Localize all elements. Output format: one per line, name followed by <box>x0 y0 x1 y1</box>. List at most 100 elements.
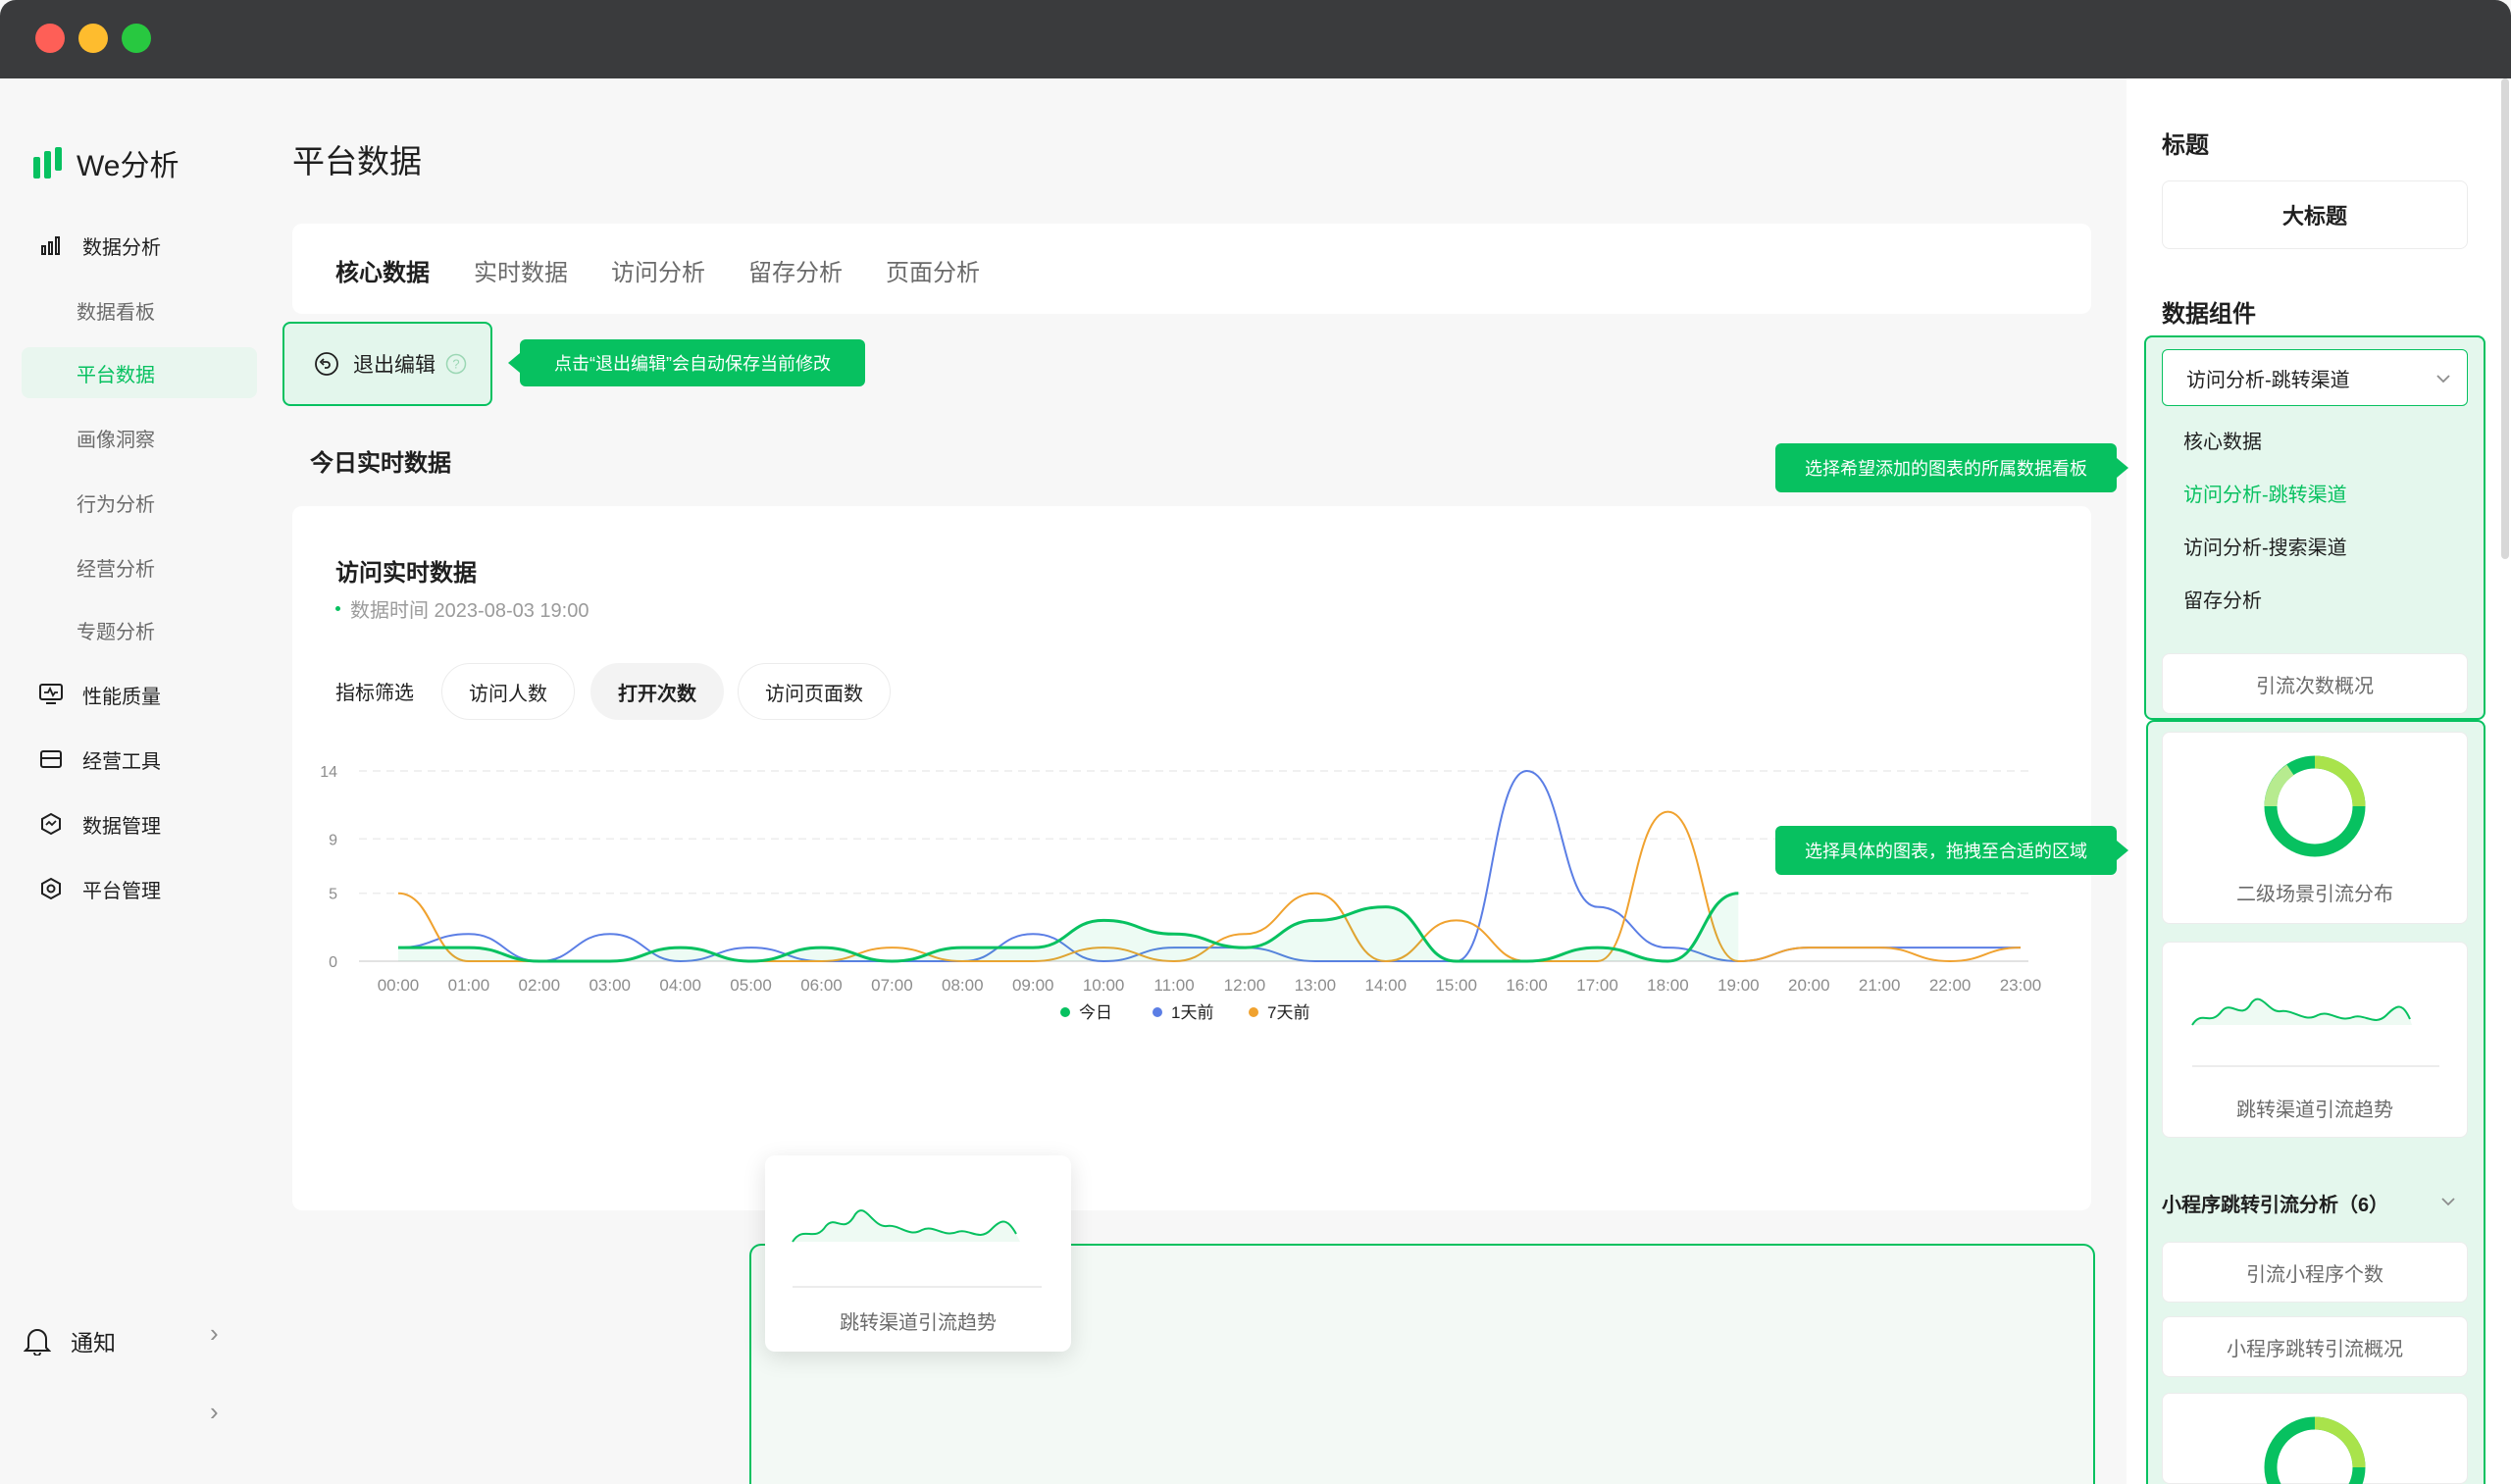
notify-label: 通知 <box>71 1330 116 1356</box>
chevron-down-icon <box>2441 1198 2455 1206</box>
sidebar-item-data-management[interactable]: 数据管理 <box>22 798 257 849</box>
trend-sparkline <box>2191 998 2439 1067</box>
sidebar-item-data-analysis[interactable]: 数据分析 <box>22 220 257 271</box>
tab-page-analysis[interactable]: 页面分析 <box>886 253 980 287</box>
x-tick-label: 00:00 <box>378 976 420 995</box>
x-tick-label: 20:00 <box>1788 976 1830 995</box>
group-title[interactable]: 小程序跳转引流分析（6） <box>2162 1189 2468 1217</box>
board-select[interactable]: 访问分析-跳转渠道 <box>2162 349 2468 406</box>
title-heading: 标题 <box>2162 132 2209 159</box>
minimize-window-button[interactable] <box>78 24 108 53</box>
x-tick-label: 10:00 <box>1083 976 1125 995</box>
x-tick-label: 06:00 <box>800 976 843 995</box>
dragging-widget-card[interactable]: 跳转渠道引流趋势 <box>765 1155 1071 1352</box>
x-tick-label: 18:00 <box>1647 976 1689 995</box>
chip-opens[interactable]: 打开次数 <box>590 663 724 720</box>
sidebar-item-data-board[interactable]: 数据看板 <box>22 284 257 335</box>
realtime-line-chart: 0 5 9 14 00:00 01:00 02:00 03:00 04:00 05:00 06:00… <box>320 764 2042 1022</box>
sidebar-item-platform-data[interactable]: 平台数据 <box>22 347 257 398</box>
window-titlebar <box>0 0 2511 78</box>
notification-entry[interactable]: 通知 <box>24 1324 239 1357</box>
x-tick-label: 15:00 <box>1435 976 1477 995</box>
bar-chart-icon <box>37 231 65 259</box>
chevron-down-icon <box>2436 375 2450 384</box>
option-visit-search-channel[interactable]: 访问分析-搜索渠道 <box>2183 532 2347 560</box>
x-tick-label: 07:00 <box>871 976 913 995</box>
x-tick-label: 13:00 <box>1295 976 1337 995</box>
toolbox-icon <box>37 745 65 773</box>
legend-label[interactable]: 7天前 <box>1267 1003 1309 1022</box>
brand[interactable]: We分析 <box>33 141 179 184</box>
widget-donut-partial[interactable] <box>2162 1393 2468 1484</box>
sidebar-item-label: 性能质量 <box>82 686 161 708</box>
x-tick-label: 19:00 <box>1717 976 1760 995</box>
brand-logo-icon <box>33 147 62 179</box>
title-style-option[interactable]: 大标题 <box>2162 180 2468 249</box>
chip-page-views[interactable]: 访问页面数 <box>738 663 891 720</box>
widget-referral-miniprogram-count[interactable]: 引流小程序个数 <box>2162 1242 2468 1303</box>
widget-miniprogram-jump-overview[interactable]: 小程序跳转引流概况 <box>2162 1316 2468 1377</box>
close-window-button[interactable] <box>35 24 65 53</box>
brand-name: We分析 <box>77 150 179 182</box>
exit-edit-button[interactable]: 退出编辑 ? <box>282 322 492 406</box>
board-select-tooltip: 选择希望添加的图表的所属数据看板 <box>1775 443 2128 492</box>
right-panel-scrollbar[interactable] <box>2501 78 2509 559</box>
donut-chart-icon <box>2264 1416 2366 1484</box>
tab-visit-analysis[interactable]: 访问分析 <box>611 253 705 287</box>
exit-circle-icon <box>315 352 338 376</box>
option-core-data[interactable]: 核心数据 <box>2183 426 2262 454</box>
sidebar-item-topic-analysis[interactable]: 专题分析 <box>22 604 257 655</box>
sidebar-item-label: 数据管理 <box>82 815 161 838</box>
chevron-right-icon[interactable]: › <box>210 1397 219 1427</box>
x-tick-label: 14:00 <box>1365 976 1408 995</box>
tab-retention-analysis[interactable]: 留存分析 <box>748 253 843 287</box>
data-hex-icon <box>37 810 65 838</box>
sidebar-item-profile-insight[interactable]: 画像洞察 <box>22 412 257 463</box>
components-heading: 数据组件 <box>2162 301 2256 328</box>
x-tick-label: 02:00 <box>519 976 561 995</box>
card-title: 访问实时数据 <box>335 560 477 587</box>
series-area-today <box>398 893 1739 961</box>
help-icon[interactable]: ? <box>445 353 467 375</box>
sidebar-item-business-analysis[interactable]: 经营分析 <box>22 541 257 592</box>
sidebar-item-label: 经营工具 <box>82 750 161 773</box>
option-visit-jump-channel[interactable]: 访问分析-跳转渠道 <box>2183 479 2347 507</box>
sidebar-item-behavior-analysis[interactable]: 行为分析 <box>22 477 257 528</box>
legend-label[interactable]: 1天前 <box>1171 1003 1213 1022</box>
exit-edit-tooltip: 点击“退出编辑”会自动保存当前修改 <box>508 339 865 386</box>
tab-bar: 核心数据 实时数据 访问分析 留存分析 页面分析 <box>292 224 2091 314</box>
chevron-right-icon[interactable]: › <box>210 1318 219 1349</box>
x-tick-label: 21:00 <box>1859 976 1901 995</box>
option-retention-analysis[interactable]: 留存分析 <box>2183 585 2262 613</box>
x-tick-label: 08:00 <box>942 976 984 995</box>
sidebar-item-label: 平台管理 <box>82 880 161 902</box>
maximize-window-button[interactable] <box>122 24 151 53</box>
legend-label[interactable]: 今日 <box>1079 1003 1112 1022</box>
widget-scene-distribution[interactable]: 二级场景引流分布 <box>2162 732 2468 924</box>
drag-card-label: 跳转渠道引流趋势 <box>840 1312 997 1334</box>
sidebar-item-label: 数据分析 <box>82 236 161 259</box>
sidebar-item-performance[interactable]: 性能质量 <box>22 669 257 720</box>
chip-visitors[interactable]: 访问人数 <box>441 663 575 720</box>
x-tick-label: 03:00 <box>589 976 631 995</box>
x-tick-label: 11:00 <box>1153 976 1194 995</box>
y-tick-label: 5 <box>329 887 337 903</box>
x-tick-label: 16:00 <box>1506 976 1548 995</box>
tab-realtime-data[interactable]: 实时数据 <box>474 253 568 287</box>
svg-text:?: ? <box>452 357 459 372</box>
legend-dot <box>1153 1007 1162 1017</box>
sidebar-item-business-tools[interactable]: 经营工具 <box>22 734 257 785</box>
x-tick-label: 23:00 <box>2000 976 2042 995</box>
page-title: 平台数据 <box>292 143 422 179</box>
right-config-panel: 标题 大标题 数据组件 访问分析-跳转渠道 核心数据 访问分析-跳转渠道 访问分… <box>2127 78 2511 1484</box>
card-data-time: 数据时间 2023-08-03 19:00 <box>335 594 589 623</box>
trend-sparkline <box>792 1209 1042 1288</box>
board-select-value: 访问分析-跳转渠道 <box>2186 369 2350 391</box>
settings-hex-icon <box>37 875 65 902</box>
sidebar-item-platform-management[interactable]: 平台管理 <box>22 863 257 914</box>
widget-jump-trend[interactable]: 跳转渠道引流趋势 <box>2162 942 2468 1138</box>
tab-core-data[interactable]: 核心数据 <box>335 253 430 287</box>
x-tick-label: 01:00 <box>448 976 490 995</box>
x-tick-label: 12:00 <box>1224 976 1266 995</box>
widget-referral-overview[interactable]: 引流次数概况 <box>2162 653 2468 714</box>
